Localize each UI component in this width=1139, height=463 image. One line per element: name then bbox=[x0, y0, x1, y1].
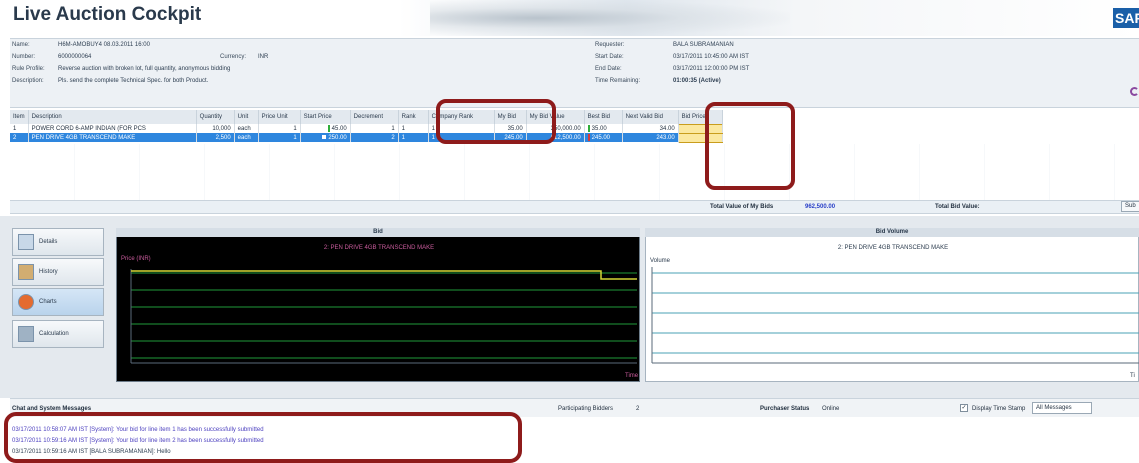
charts-button[interactable]: Charts bbox=[12, 288, 104, 316]
cell-decrement: 2 bbox=[350, 133, 399, 142]
next-valid-bid-highlight bbox=[705, 102, 795, 190]
purchaser-status-value: Online bbox=[822, 406, 840, 412]
requester-field: Requester: BALA SUBRAMANIAN bbox=[595, 42, 734, 48]
cell-quantity: 10,000 bbox=[196, 124, 235, 133]
volume-chart-grid bbox=[651, 267, 1139, 364]
total-bid-value-label: Total Bid Value: bbox=[935, 204, 980, 210]
cell-unit: each bbox=[234, 124, 259, 133]
volume-chart-subtitle: 2: PEN DRIVE 4GB TRANSCEND MAKE bbox=[838, 245, 948, 251]
col-start-price[interactable]: Start Price bbox=[300, 110, 351, 124]
cell-rank: 1 bbox=[398, 133, 429, 142]
total-my-bids-value: 962,500.00 bbox=[805, 204, 836, 210]
cell-decrement: 1 bbox=[350, 124, 399, 133]
bid-chart-svg: 2: PEN DRIVE 4GB TRANSCEND MAKE Price (I… bbox=[121, 245, 639, 379]
participating-bidders-label: Participating Bidders bbox=[558, 406, 614, 412]
bid-chart-grid bbox=[130, 269, 637, 364]
col-next-valid-bid[interactable]: Next Valid Bid bbox=[622, 110, 679, 124]
bid-chart-subtitle: 2: PEN DRIVE 4GB TRANSCEND MAKE bbox=[324, 245, 434, 251]
cell-start-price: 250.00 bbox=[300, 133, 351, 142]
table-row[interactable]: 1 POWER CORD 6-AMP INDIAN (FOR PCS 10,00… bbox=[10, 123, 723, 134]
bid-price-line bbox=[131, 270, 637, 280]
volume-chart-svg: 2: PEN DRIVE 4GB TRANSCEND MAKE Volume T… bbox=[650, 245, 1139, 379]
best-bid-flag-icon bbox=[587, 124, 590, 132]
col-item[interactable]: Item bbox=[10, 110, 29, 124]
cell-item: 1 bbox=[10, 124, 29, 133]
refresh-icon[interactable] bbox=[1130, 87, 1139, 96]
charts-icon bbox=[18, 294, 34, 310]
col-best-bid[interactable]: Best Bid bbox=[584, 110, 623, 124]
auction-header: Name: H6M-AMOBUY4 08.03.2011 16:00 Number… bbox=[10, 38, 1139, 108]
col-description[interactable]: Description bbox=[28, 110, 197, 124]
description-field: Description: Pls. send the complete Techn… bbox=[12, 78, 209, 84]
col-quantity[interactable]: Quantity bbox=[196, 110, 235, 124]
grid-empty-area bbox=[10, 144, 1139, 200]
cell-price-unit: 1 bbox=[258, 124, 301, 133]
purchaser-status-label: Purchaser Status bbox=[760, 406, 810, 412]
cell-item: 2 bbox=[10, 133, 29, 142]
participating-bidders-value: 2 bbox=[636, 406, 640, 412]
messages-highlight bbox=[4, 412, 522, 463]
calculator-icon bbox=[18, 326, 34, 342]
table-row[interactable]: 2 PEN DRIVE 4GB TRANSCEND MAKE 2,500 eac… bbox=[10, 132, 723, 143]
col-rank[interactable]: Rank bbox=[398, 110, 429, 124]
details-button[interactable]: Details bbox=[12, 228, 104, 256]
col-decrement[interactable]: Decrement bbox=[350, 110, 399, 124]
message-filter-select[interactable]: All Messages bbox=[1032, 402, 1092, 414]
table-header-row: Item Description Quantity Unit Price Uni… bbox=[10, 110, 723, 124]
totals-bar: Total Value of My Bids 962,500.00 Total … bbox=[10, 200, 1139, 214]
volume-chart-ylabel: Volume bbox=[650, 258, 671, 264]
cell-best-bid: 245.00 bbox=[584, 133, 623, 142]
volume-chart-xlabel: Ti bbox=[1130, 373, 1135, 379]
trend-flag-icon bbox=[322, 134, 327, 139]
header-decoration bbox=[430, 0, 790, 36]
cell-rank: 1 bbox=[398, 124, 429, 133]
cell-price-unit: 1 bbox=[258, 133, 301, 142]
bid-chart: 2: PEN DRIVE 4GB TRANSCEND MAKE Price (I… bbox=[116, 228, 640, 382]
history-button[interactable]: History bbox=[12, 258, 104, 286]
history-icon bbox=[18, 264, 34, 280]
end-date-field: End Date: 03/17/2011 12:00:00 PM IST bbox=[595, 66, 750, 72]
sap-logo: SAP bbox=[1113, 8, 1139, 28]
cell-next-valid-bid: 243.00 bbox=[622, 133, 679, 142]
cell-quantity: 2,500 bbox=[196, 133, 235, 142]
cell-description: PEN DRIVE 4GB TRANSCEND MAKE bbox=[28, 133, 197, 142]
timestamp-label: Display Time Stamp bbox=[972, 406, 1026, 412]
page-title: Live Auction Cockpit bbox=[13, 4, 202, 25]
bid-chart-ylabel: Price (INR) bbox=[121, 256, 151, 262]
best-bid-flag-icon bbox=[587, 133, 590, 141]
rank-highlight bbox=[436, 99, 556, 144]
trend-flag-icon bbox=[327, 124, 330, 132]
cell-description: POWER CORD 6-AMP INDIAN (FOR PCS bbox=[28, 124, 197, 133]
cell-unit: each bbox=[234, 133, 259, 142]
col-unit[interactable]: Unit bbox=[234, 110, 259, 124]
bid-volume-chart: 2: PEN DRIVE 4GB TRANSCEND MAKE Volume T… bbox=[645, 228, 1139, 382]
start-date-field: Start Date: 03/17/2011 10:45:00 AM IST bbox=[595, 54, 749, 60]
line-items-table: Item Description Quantity Unit Price Uni… bbox=[10, 110, 723, 143]
rule-profile-field: Rule Profile: Reverse auction with broken… bbox=[12, 66, 231, 72]
time-remaining-field: Time Remaining: 01:00:35 (Active) bbox=[595, 78, 721, 84]
calculation-button[interactable]: Calculation bbox=[12, 320, 104, 348]
number-field: Number: 6000000064 bbox=[12, 54, 92, 60]
name-field: Name: H6M-AMOBUY4 08.03.2011 16:00 bbox=[12, 42, 150, 48]
total-my-bids-label: Total Value of My Bids bbox=[710, 204, 774, 210]
volume-chart-header: Bid Volume bbox=[645, 228, 1139, 237]
submit-button[interactable]: Sub bbox=[1121, 201, 1139, 212]
title-bar: Live Auction Cockpit SAP bbox=[0, 0, 1139, 36]
bid-chart-xlabel: Time bbox=[625, 373, 639, 379]
cell-best-bid: 35.00 bbox=[584, 124, 623, 133]
details-icon bbox=[18, 234, 34, 250]
currency-field: Currency: INR bbox=[220, 54, 269, 60]
cell-next-valid-bid: 34.00 bbox=[622, 124, 679, 133]
cell-start-price: 45.00 bbox=[300, 124, 351, 133]
timestamp-checkbox[interactable]: ✓ bbox=[960, 404, 968, 412]
line-items-grid: Item Description Quantity Unit Price Uni… bbox=[10, 110, 1139, 200]
bid-chart-header: Bid bbox=[116, 228, 640, 237]
col-price-unit[interactable]: Price Unit bbox=[258, 110, 301, 124]
